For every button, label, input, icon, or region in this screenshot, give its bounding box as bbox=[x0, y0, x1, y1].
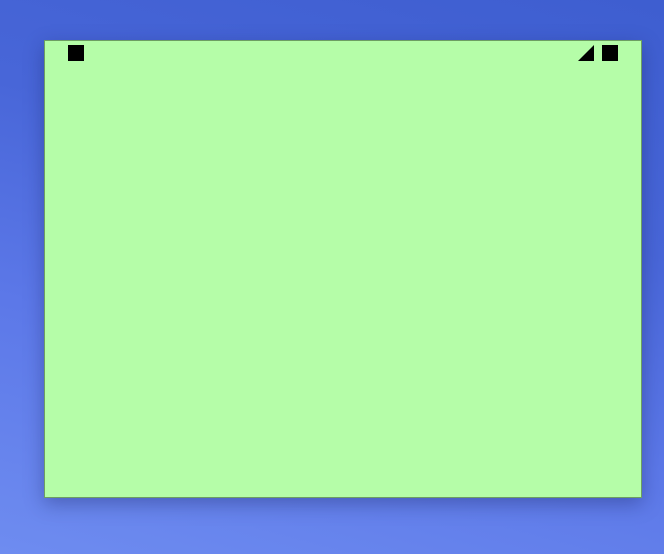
close-button[interactable] bbox=[68, 45, 84, 61]
close-square-icon bbox=[68, 45, 84, 61]
note-text-area[interactable] bbox=[45, 65, 641, 497]
zoom-square-icon bbox=[602, 45, 618, 61]
zoom-button[interactable] bbox=[602, 45, 618, 61]
desktop bbox=[0, 0, 664, 554]
note-title-bar[interactable] bbox=[45, 41, 641, 65]
collapse-triangle-icon bbox=[578, 45, 594, 61]
sticky-note-window[interactable] bbox=[44, 40, 642, 498]
collapse-button[interactable] bbox=[578, 45, 594, 61]
